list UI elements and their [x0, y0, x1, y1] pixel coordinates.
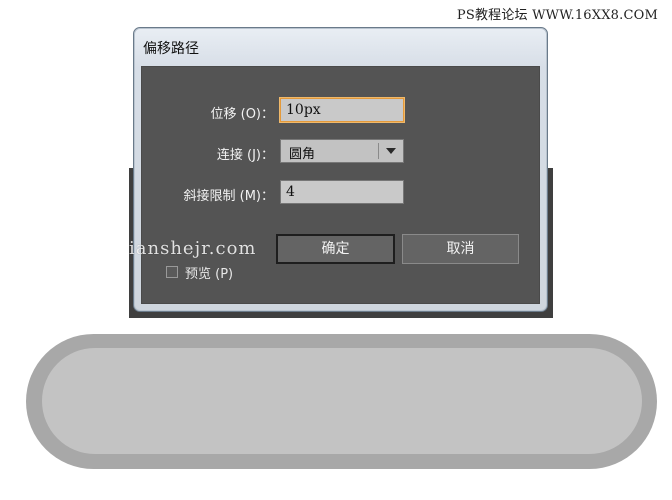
miter-limit-label: 斜接限制 (M)：	[183, 189, 275, 204]
dialog-body: 位移 (O)： 10px 连接 (J)： 圆角 斜接限制 (M)： 4 预览 (…	[141, 66, 540, 304]
watermark-overlay: ianshejr.com	[129, 238, 257, 259]
offset-label: 位移 (O)：	[210, 107, 274, 122]
select-divider	[378, 143, 379, 159]
joins-selected-value: 圆角	[289, 147, 316, 162]
chevron-down-icon[interactable]	[386, 148, 396, 154]
joins-label: 连接 (J)：	[216, 148, 274, 163]
ok-button[interactable]: 确定	[276, 234, 395, 264]
miter-limit-input[interactable]: 4	[280, 180, 404, 204]
joins-select[interactable]: 圆角	[280, 139, 404, 163]
offset-input[interactable]: 10px	[280, 98, 404, 122]
rounded-path-inner	[42, 348, 642, 454]
preview-label[interactable]: 预览 (P)	[185, 263, 233, 282]
dialog-titlebar[interactable]: 偏移路径	[134, 28, 547, 66]
preview-checkbox[interactable]	[166, 266, 178, 278]
offset-path-dialog: 偏移路径 位移 (O)： 10px 连接 (J)： 圆角 斜接限制 (M)： 4…	[133, 27, 548, 312]
watermark-top: PS教程论坛 WWW.16XX8.COM	[456, 8, 658, 23]
dialog-title: 偏移路径	[143, 41, 199, 57]
cancel-button[interactable]: 取消	[402, 234, 519, 264]
